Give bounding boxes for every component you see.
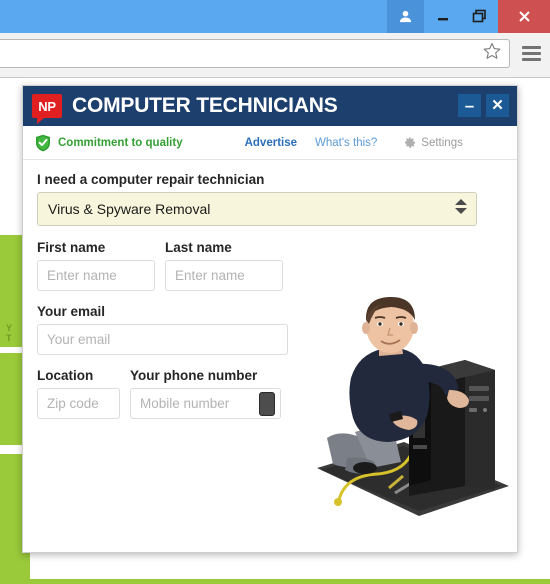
service-select-value: Virus & Spyware Removal [37,192,477,226]
first-name-label: First name [37,240,106,255]
minimize-button[interactable] [424,0,461,33]
commitment-label: Commitment to quality [58,136,183,149]
browser-titlebar [0,0,550,33]
email-input[interactable]: Your email [37,324,288,355]
close-window-button[interactable] [498,0,550,33]
service-select[interactable]: Virus & Spyware Removal [37,192,477,226]
speak-to-technicians-button[interactable]: SPEAK TO TECHNICIANS [37,552,293,553]
service-label: I need a computer repair technician [37,172,265,187]
adware-popup-window: NP COMPUTER TECHNICIANS – ✕ Commitment t… [22,85,518,553]
technician-repairing-computer-photo [309,290,515,518]
np-logo-icon: NP [32,94,62,124]
page-bottom-bar [0,579,550,584]
popup-minimize-button[interactable]: – [458,94,481,117]
first-name-group: First name Enter name [37,240,155,291]
last-name-input[interactable]: Enter name [165,260,283,291]
phone-input[interactable]: Mobile number [130,388,281,419]
user-profile-icon [399,10,412,23]
address-bar[interactable] [0,39,510,68]
hamburger-menu-icon[interactable] [522,46,541,64]
location-label: Location [37,368,94,383]
popup-header: NP COMPUTER TECHNICIANS – ✕ [23,86,517,126]
cta-row: SPEAK TO TECHNICIANS By submitting this … [37,552,507,553]
settings-link[interactable]: Settings [421,137,463,149]
whats-this-link[interactable]: What's this? [315,137,377,149]
restore-button[interactable] [461,0,498,33]
popup-title: COMPUTER TECHNICIANS [72,94,338,117]
bookmark-star-icon[interactable] [482,41,502,66]
last-name-label: Last name [165,240,232,255]
advertise-link[interactable]: Advertise [245,137,297,149]
phone-group: Your phone number Mobile number [130,368,281,419]
legal-text: By submitting this form, I authorize ser… [309,552,488,553]
popup-form-body: I need a computer repair technician Viru… [23,160,517,553]
legal-disclaimer: By submitting this form, I authorize ser… [309,552,499,553]
name-row: First name Enter name Last name Enter na… [37,240,503,291]
close-icon [518,11,530,22]
popup-window-controls: – ✕ [458,94,509,117]
gear-icon[interactable] [403,136,416,149]
window-controls [387,0,550,33]
mobile-phone-icon [259,392,275,416]
green-shield-check-icon [35,134,51,152]
last-name-group: Last name Enter name [165,240,283,291]
zip-code-input[interactable]: Zip code [37,388,120,419]
profile-button[interactable] [387,0,424,33]
page-partial-text: YT [6,323,13,343]
location-group: Location Zip code [37,368,120,419]
minimize-icon [437,17,448,20]
browser-toolbar [0,33,550,78]
select-spinner-icon[interactable] [455,199,467,217]
restore-window-icon [472,9,486,23]
popup-subbar: Commitment to quality Advertise What's t… [23,126,517,160]
browser-window: YT PC risk NP COMPUTER TECHNICIANS – ✕ [0,0,550,584]
phone-input-placeholder: Mobile number [140,396,230,411]
phone-label: Your phone number [130,368,258,383]
popup-close-button[interactable]: ✕ [486,94,509,117]
first-name-input[interactable]: Enter name [37,260,155,291]
